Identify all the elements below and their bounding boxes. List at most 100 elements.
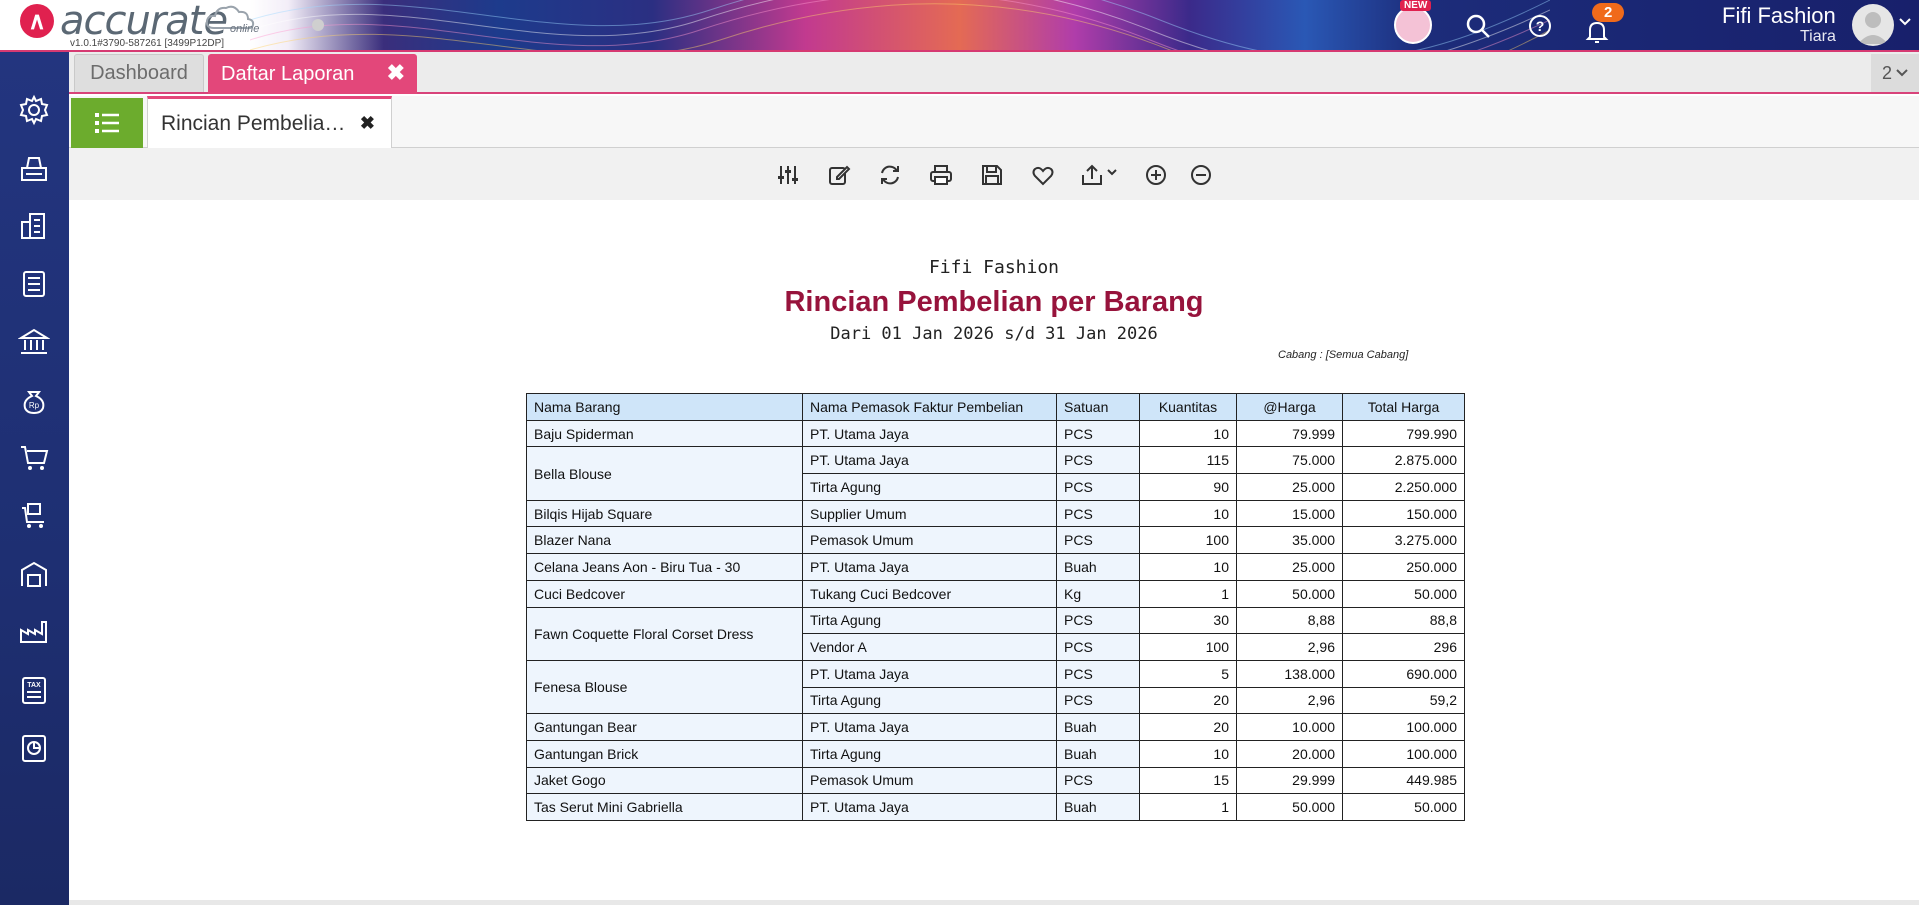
save-icon[interactable] [978, 161, 1006, 189]
report-list-button[interactable] [71, 98, 143, 148]
cell-total: 150.000 [1342, 499, 1465, 528]
report-table: Nama Barang Nama Pemasok Faktur Pembelia… [526, 393, 1465, 821]
cell-price: 25.000 [1236, 553, 1343, 581]
svg-text:?: ? [1536, 18, 1545, 34]
cell-supplier: PT. Utama Jaya [802, 713, 1057, 741]
refresh-icon[interactable] [876, 161, 904, 189]
cell-supplier: Supplier Umum [802, 499, 1057, 528]
report-toolbar [69, 148, 1919, 200]
cell-price: 8,88 [1236, 606, 1343, 635]
table-row: Fenesa Blouse PT. Utama Jaya PCS 5 138.0… [526, 659, 1465, 715]
printer-icon[interactable] [14, 148, 54, 188]
print-icon[interactable] [927, 161, 955, 189]
cell-item: Fawn Coquette Floral Corset Dress [526, 606, 803, 661]
building-icon[interactable] [14, 206, 54, 246]
company-name[interactable]: Fifi Fashion [1722, 3, 1836, 29]
cell-supplier: Tirta Agung [802, 686, 1057, 715]
bank-icon[interactable] [14, 322, 54, 362]
warehouse-icon[interactable] [14, 554, 54, 594]
cell-price: 50.000 [1236, 793, 1343, 821]
cell-supplier: Tirta Agung [802, 473, 1057, 501]
chevron-down-icon[interactable] [1898, 17, 1912, 27]
cell-supplier: PT. Utama Jaya [802, 793, 1057, 821]
header-wave-decoration [250, 0, 1550, 52]
cell-qty: 20 [1139, 713, 1237, 741]
cell-total: 50.000 [1342, 579, 1465, 608]
money-bag-icon[interactable]: Rp [14, 380, 54, 420]
export-icon[interactable] [1080, 161, 1120, 189]
close-icon[interactable]: ✖ [387, 60, 405, 86]
report-preview: Fifi Fashion Rincian Pembelian per Baran… [69, 200, 1919, 902]
tab-daftar-laporan[interactable]: Daftar Laporan ✖ [208, 54, 417, 94]
report-chart-icon[interactable] [14, 728, 54, 768]
cell-unit: PCS [1056, 526, 1140, 555]
cell-price: 20.000 [1236, 739, 1343, 768]
factory-icon[interactable] [14, 612, 54, 652]
delivery-cart-icon[interactable] [14, 496, 54, 536]
user-name[interactable]: Tiara [1800, 28, 1836, 46]
favorite-icon[interactable] [1029, 161, 1057, 189]
cell-qty: 1 [1139, 793, 1237, 821]
logo-online-label: online [230, 23, 260, 35]
cell-price: 50.000 [1236, 579, 1343, 608]
table-row: Cuci Bedcover Tukang Cuci Bedcover Kg 1 … [526, 579, 1465, 608]
tax-icon[interactable]: TAX [14, 670, 54, 710]
report-period: Dari 01 Jan 2026 s/d 31 Jan 2026 [830, 324, 1158, 344]
zoom-in-icon[interactable] [1142, 161, 1170, 189]
zoom-out-icon[interactable] [1187, 161, 1215, 189]
search-icon[interactable] [1460, 8, 1496, 44]
cell-item: Baju Spiderman [526, 419, 803, 448]
report-title: Rincian Pembelian per Barang [784, 286, 1204, 318]
cell-item: Bella Blouse [526, 446, 803, 501]
tab-daftar-laporan-label: Daftar Laporan [221, 62, 355, 85]
cell-unit: PCS [1056, 473, 1140, 501]
column-header-satuan: Satuan [1056, 393, 1140, 421]
chevron-down-icon [1896, 69, 1908, 77]
cell-item: Tas Serut Mini Gabriella [526, 793, 803, 821]
cell-qty: 5 [1139, 659, 1237, 688]
tab-dashboard[interactable]: Dashboard [74, 54, 204, 92]
close-icon[interactable]: ✖ [360, 113, 375, 134]
table-row: Gantungan Brick Tirta Agung Buah 10 20.0… [526, 739, 1465, 768]
cell-unit: Buah [1056, 739, 1140, 768]
cell-unit: PCS [1056, 499, 1140, 528]
filter-settings-icon[interactable] [774, 161, 802, 189]
cell-total: 2.250.000 [1342, 473, 1465, 501]
cell-total: 449.985 [1342, 766, 1465, 795]
table-row: Bilqis Hijab Square Supplier Umum PCS 10… [526, 499, 1465, 528]
gear-icon[interactable] [14, 90, 54, 130]
cell-item: Celana Jeans Aon - Biru Tua - 30 [526, 553, 803, 581]
ledger-icon[interactable] [14, 264, 54, 304]
cell-supplier: Pemasok Umum [802, 766, 1057, 795]
cell-price: 25.000 [1236, 473, 1343, 501]
sidebar: Rp TAX [0, 52, 69, 905]
accurate-logo[interactable]: ∧ accurate [20, 1, 228, 41]
edit-icon[interactable] [825, 161, 853, 189]
cell-unit: PCS [1056, 766, 1140, 795]
cell-qty: 30 [1139, 606, 1237, 635]
cell-supplier: Tirta Agung [802, 739, 1057, 768]
cell-unit: PCS [1056, 686, 1140, 715]
cell-supplier: Tukang Cuci Bedcover [802, 579, 1057, 608]
open-tabs-dropdown[interactable]: 2 [1871, 54, 1919, 92]
svg-text:Rp: Rp [29, 401, 40, 410]
table-row: Blazer Nana Pemasok Umum PCS 100 35.000 … [526, 526, 1465, 555]
cell-item: Jaket Gogo [526, 766, 803, 795]
tab-rincian-pembelian[interactable]: Rincian Pembelia… ✖ [147, 96, 392, 149]
cell-price: 2,96 [1236, 633, 1343, 661]
cart-icon[interactable] [14, 438, 54, 478]
cell-item: Blazer Nana [526, 526, 803, 555]
column-header-kuantitas: Kuantitas [1139, 393, 1237, 421]
new-feature-avatar[interactable] [1394, 6, 1432, 44]
cell-qty: 10 [1139, 499, 1237, 528]
cell-supplier: PT. Utama Jaya [802, 553, 1057, 581]
cell-qty: 1 [1139, 579, 1237, 608]
cell-unit: PCS [1056, 659, 1140, 688]
cell-price: 79.999 [1236, 419, 1343, 448]
cell-unit: Kg [1056, 579, 1140, 608]
column-header-nama-pemasok: Nama Pemasok Faktur Pembelian [802, 393, 1057, 421]
main-tab-row: Dashboard Daftar Laporan ✖ 2 [69, 52, 1919, 94]
tab-rincian-pembelian-label: Rincian Pembelia… [161, 112, 346, 135]
help-icon[interactable]: ? [1522, 8, 1558, 44]
user-avatar[interactable] [1852, 4, 1894, 46]
